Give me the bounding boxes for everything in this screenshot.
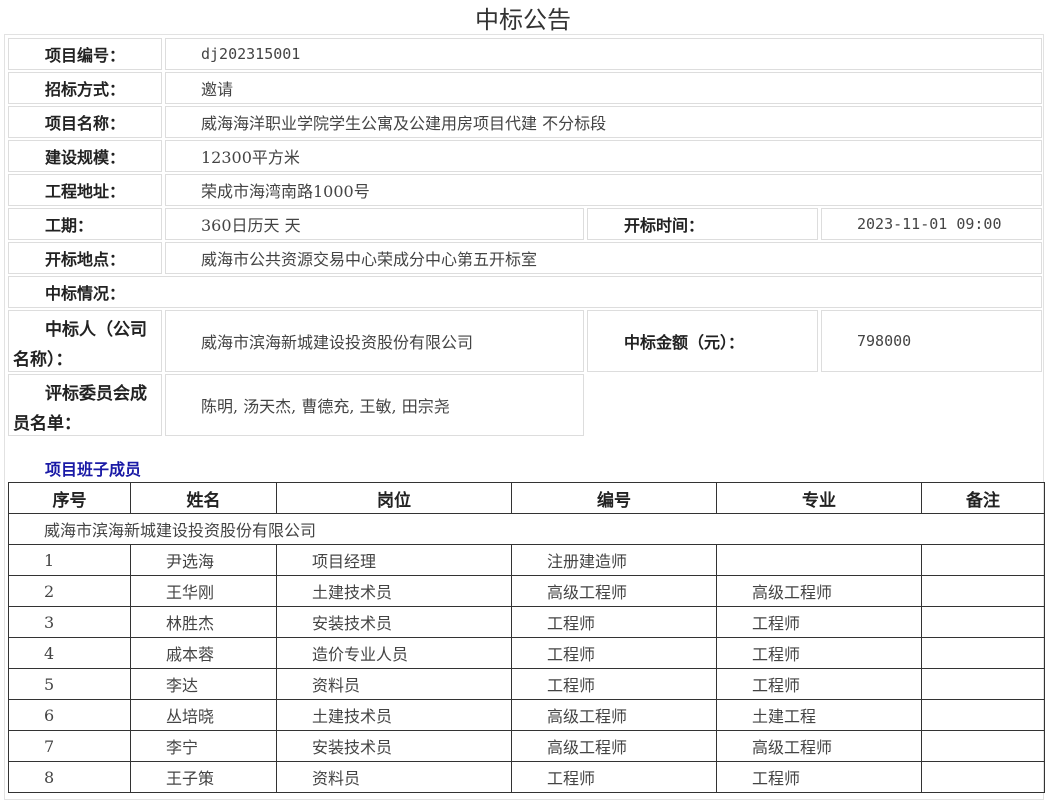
team-table: 序号 姓名 岗位 编号 专业 备注 威海市滨海新城建设投资股份有限公司 1 尹选… [8,482,1045,793]
cell-name: 戚本蓉 [130,637,277,669]
committee-label: 评标委员会成 员名单： [8,374,162,436]
cell-name: 林胜杰 [130,606,277,638]
cell-major: 高级工程师 [716,575,922,607]
cell-major [716,544,922,576]
cell-position: 土建技术员 [276,699,512,731]
cell-position: 土建技术员 [276,575,512,607]
col-header-cert: 编号 [511,482,717,514]
cell-position: 安装技术员 [276,606,512,638]
table-row: 1 尹选海 项目经理 注册建造师 [8,544,1045,576]
cell-index: 2 [8,575,131,607]
cell-name: 王华刚 [130,575,277,607]
cell-remark [921,637,1045,669]
award-status-label: 中标情况： [8,276,1042,308]
cell-major: 高级工程师 [716,730,922,762]
cell-remark [921,699,1045,731]
winner-value: 威海市滨海新城建设投资股份有限公司 [165,310,584,372]
cell-cert: 高级工程师 [511,575,717,607]
open-place-value: 威海市公共资源交易中心荣成分中心第五开标室 [165,242,1042,274]
cell-index: 1 [8,544,131,576]
address-value: 荣成市海湾南路1000号 [165,174,1042,206]
cell-name: 李宁 [130,730,277,762]
address-label: 工程地址： [8,174,162,206]
cell-remark [921,606,1045,638]
committee-value: 陈明, 汤天杰, 曹德充, 王敏, 田宗尧 [165,374,584,436]
cell-name: 尹选海 [130,544,277,576]
bid-method-value: 邀请 [165,72,1042,104]
open-time-label: 开标时间： [587,208,818,240]
amount-value: 798000 [821,310,1042,372]
page-title: 中标公告 [475,6,571,34]
committee-label-line2: 员名单： [13,414,81,434]
cell-cert: 高级工程师 [511,699,717,731]
table-row: 3 林胜杰 安装技术员 工程师 工程师 [8,606,1045,638]
cell-name: 王子策 [130,761,277,793]
cell-position: 项目经理 [276,544,512,576]
col-header-index: 序号 [8,482,131,514]
project-no-label: 项目编号： [8,38,162,70]
cell-index: 3 [8,606,131,638]
committee-label-line1: 评标委员会成 [45,384,147,404]
cell-remark [921,575,1045,607]
cell-index: 4 [8,637,131,669]
cell-position: 造价专业人员 [276,637,512,669]
company-row: 威海市滨海新城建设投资股份有限公司 [8,513,1045,545]
open-time-value: 2023-11-01 09:00 [821,208,1042,240]
team-header-row: 序号 姓名 岗位 编号 专业 备注 [8,482,1045,514]
open-place-label: 开标地点： [8,242,162,274]
winner-label: 中标人（公司 名称）： [8,310,162,372]
cell-cert: 注册建造师 [511,544,717,576]
cell-index: 8 [8,761,131,793]
cell-major: 工程师 [716,637,922,669]
cell-position: 资料员 [276,761,512,793]
project-name-label: 项目名称： [8,106,162,138]
cell-remark [921,730,1045,762]
table-row: 7 李宁 安装技术员 高级工程师 高级工程师 [8,730,1045,762]
cell-name: 李达 [130,668,277,700]
cell-major: 土建工程 [716,699,922,731]
cell-cert: 工程师 [511,606,717,638]
scale-label: 建设规模： [8,140,162,172]
table-row: 4 戚本蓉 造价专业人员 工程师 工程师 [8,637,1045,669]
cell-position: 安装技术员 [276,730,512,762]
table-row: 2 王华刚 土建技术员 高级工程师 高级工程师 [8,575,1045,607]
cell-position: 资料员 [276,668,512,700]
duration-label: 工期： [8,208,162,240]
cell-cert: 工程师 [511,637,717,669]
cell-major: 工程师 [716,761,922,793]
cell-index: 7 [8,730,131,762]
cell-index: 5 [8,668,131,700]
duration-value: 360日历天 天 [165,208,584,240]
col-header-name: 姓名 [130,482,277,514]
table-row: 6 丛培晓 土建技术员 高级工程师 土建工程 [8,699,1045,731]
col-header-major: 专业 [716,482,922,514]
project-no-value: dj202315001 [165,38,1042,70]
team-section-title: 项目班子成员 [45,460,142,479]
winner-label-line1: 中标人（公司 [45,320,147,340]
cell-remark [921,761,1045,793]
table-row: 8 王子策 资料员 工程师 工程师 [8,761,1045,793]
cell-remark [921,668,1045,700]
cell-cert: 高级工程师 [511,730,717,762]
cell-cert: 工程师 [511,761,717,793]
cell-name: 丛培晓 [130,699,277,731]
cell-major: 工程师 [716,668,922,700]
cell-remark [921,544,1045,576]
cell-major: 工程师 [716,606,922,638]
cell-index: 6 [8,699,131,731]
bid-method-label: 招标方式： [8,72,162,104]
scale-value: 12300平方米 [165,140,1042,172]
winner-label-line2: 名称）： [13,350,73,370]
company-name: 威海市滨海新城建设投资股份有限公司 [8,513,1045,545]
col-header-position: 岗位 [276,482,512,514]
cell-cert: 工程师 [511,668,717,700]
col-header-remark: 备注 [921,482,1045,514]
amount-label: 中标金额（元）： [587,310,818,372]
project-name-value: 威海海洋职业学院学生公寓及公建用房项目代建 不分标段 [165,106,1042,138]
table-row: 5 李达 资料员 工程师 工程师 [8,668,1045,700]
